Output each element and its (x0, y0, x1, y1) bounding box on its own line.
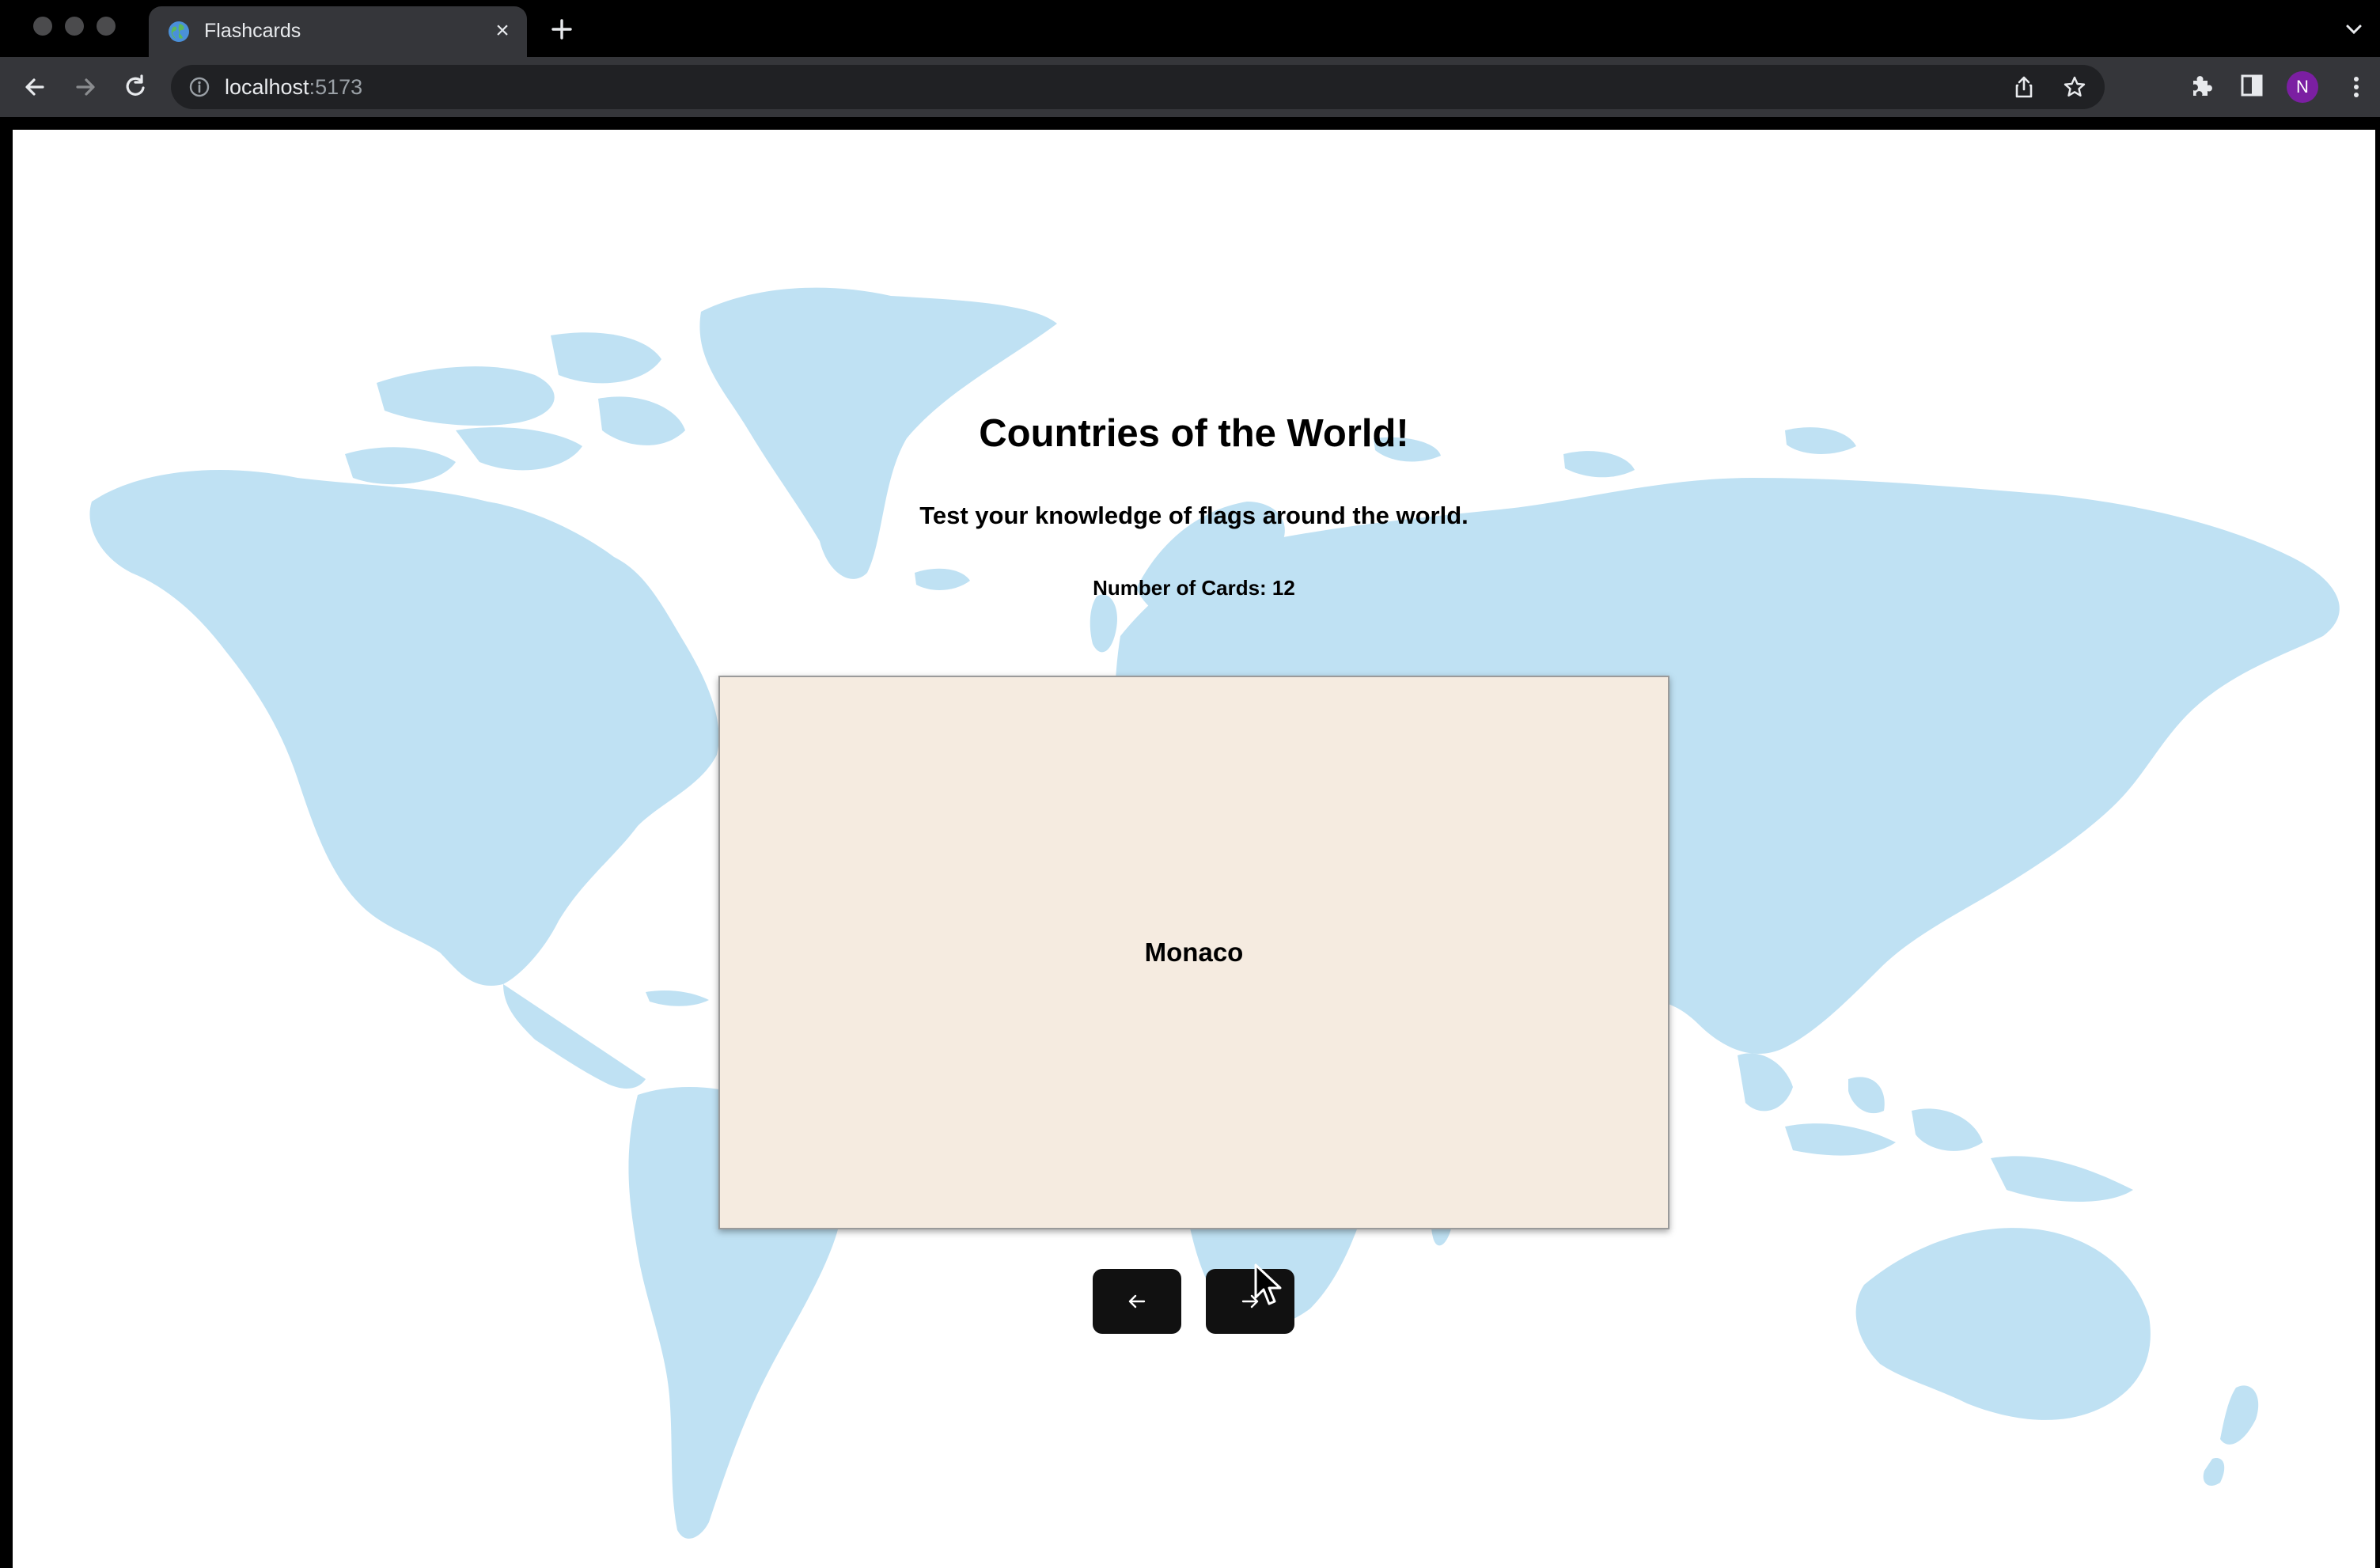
share-icon[interactable] (2011, 74, 2037, 100)
side-panel-icon[interactable] (2238, 71, 2266, 100)
maximize-window-button[interactable] (97, 17, 116, 36)
page-subtitle: Test your knowledge of flags around the … (919, 502, 1469, 529)
url-port: :5173 (309, 75, 363, 99)
tab-search-chevron-icon[interactable] (2342, 17, 2366, 41)
url-text: localhost:5173 (225, 75, 362, 100)
tab-title: Flashcards (204, 20, 301, 42)
more-menu-icon[interactable] (2340, 71, 2372, 103)
extensions-puzzle-icon[interactable] (2187, 71, 2215, 100)
tab-close-icon[interactable]: × (489, 17, 516, 44)
profile-avatar[interactable]: N (2287, 71, 2318, 103)
flashcard[interactable]: Monaco (718, 676, 1669, 1229)
mouse-cursor-icon (1254, 1263, 1282, 1305)
reload-icon[interactable] (120, 71, 152, 103)
new-tab-icon[interactable] (548, 15, 576, 44)
back-arrow-icon[interactable] (19, 71, 51, 103)
tab-bar: Flashcards × (0, 0, 2380, 57)
forward-arrow-icon[interactable] (70, 71, 101, 103)
flashcard-text: Monaco (1144, 937, 1244, 967)
address-bar[interactable]: localhost:5173 (171, 65, 2105, 109)
card-count-label: Number of Cards: 12 (1093, 576, 1295, 600)
minimize-window-button[interactable] (65, 17, 84, 36)
globe-icon (169, 21, 189, 42)
arrow-left-icon (1128, 1294, 1146, 1309)
url-host: localhost (225, 75, 309, 99)
site-info-icon[interactable] (188, 76, 210, 98)
page-title: Countries of the World! (979, 412, 1409, 455)
browser-tab[interactable]: Flashcards × (149, 6, 527, 57)
previous-card-button[interactable] (1093, 1269, 1181, 1334)
close-window-button[interactable] (33, 17, 52, 36)
bookmark-star-icon[interactable] (2062, 74, 2087, 100)
page-viewport: Countries of the World! Test your knowle… (13, 130, 2375, 1568)
browser-toolbar: localhost:5173 N (0, 57, 2380, 117)
